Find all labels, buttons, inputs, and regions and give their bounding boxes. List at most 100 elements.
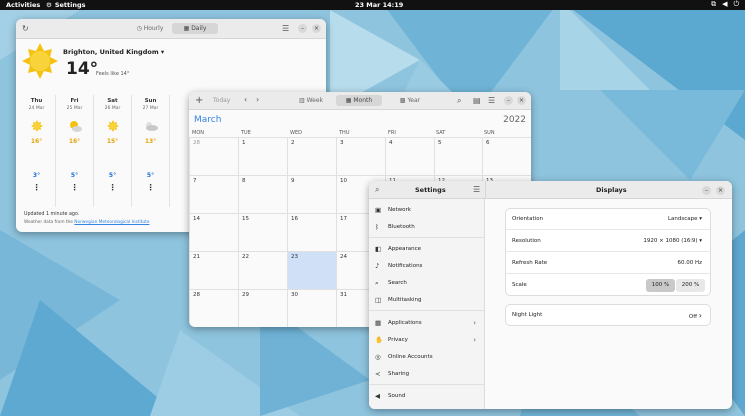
tab-month-label: Month	[353, 97, 373, 104]
minimize-button[interactable]: –	[702, 186, 711, 195]
tab-year[interactable]: ▩ Year	[392, 95, 428, 106]
sidebar-item-label: Sound	[388, 393, 406, 399]
day-cell[interactable]: 22	[238, 251, 287, 289]
close-button[interactable]: ×	[517, 96, 526, 105]
today-cell[interactable]: 23	[287, 251, 336, 289]
day-cell[interactable]: 8	[238, 175, 287, 213]
menu-icon[interactable]: ☰	[282, 24, 289, 33]
scale-200-button[interactable]: 200 %	[676, 279, 705, 292]
sidebar-item-online-accounts[interactable]: ◎ Online Accounts	[369, 351, 485, 364]
day-date: 26 Mar	[104, 106, 121, 111]
day-cell[interactable]: 9	[287, 175, 336, 213]
clock-icon: ◷	[136, 25, 144, 32]
sidebar-item-label: Appearance	[388, 246, 422, 252]
sidebar-item-search[interactable]: ⌕ Search	[369, 277, 485, 290]
day-cell[interactable]: 21	[189, 251, 238, 289]
minimize-button[interactable]: –	[298, 24, 307, 33]
sidebar-item-bluetooth[interactable]: ᛒ Bluetooth	[369, 221, 485, 234]
display-settings-card: Orientation Landscape ▾ Resolution 1920 …	[505, 208, 711, 296]
feels-like: Feels like 14°	[96, 71, 130, 77]
day-cell[interactable]: 29	[238, 289, 287, 327]
sidebar-item-privacy[interactable]: ✋ Privacy ›	[369, 334, 485, 347]
tab-week[interactable]: ▥ Week	[293, 95, 329, 106]
day-low: 5°	[108, 172, 117, 179]
sidebar-item-appearance[interactable]: ◧ Appearance	[369, 243, 485, 256]
day-cell[interactable]: 6	[482, 137, 531, 175]
day-cell[interactable]: 7	[189, 175, 238, 213]
menu-icon[interactable]: ☰	[488, 96, 495, 105]
day-cell[interactable]: 30	[287, 289, 336, 327]
search-icon[interactable]: ⌕	[375, 185, 379, 195]
sidebar-item-sound[interactable]: ◀ Sound	[369, 390, 485, 403]
orientation-dropdown[interactable]: Landscape ▾	[668, 209, 702, 230]
source-text: Weather data from the Norwegian Meteorol…	[24, 220, 149, 225]
cloudy-icon	[146, 122, 158, 131]
panel-title: Displays	[596, 186, 627, 194]
calendar-list-icon[interactable]: ▤	[473, 96, 481, 105]
refresh-rate-row[interactable]: Refresh Rate 60.00 Hz	[506, 253, 710, 274]
sidebar-item-label: Privacy	[388, 337, 408, 343]
tab-week-label: Week	[306, 97, 324, 104]
weather-location[interactable]: Brighton, United Kingdom ▾	[63, 48, 164, 56]
more-icon[interactable]: ⋮	[56, 183, 93, 192]
more-icon[interactable]: ⋮	[94, 183, 131, 192]
resolution-label: Resolution	[512, 238, 541, 244]
day-high: 15°	[106, 138, 119, 145]
day-cell[interactable]: 28	[189, 137, 238, 175]
day-cell[interactable]: 16	[287, 213, 336, 251]
tab-daily[interactable]: ▦ Daily	[172, 23, 218, 34]
day-cell[interactable]: 28	[189, 289, 238, 327]
tab-hourly[interactable]: ◷ Hourly	[128, 23, 172, 34]
minimize-button[interactable]: –	[504, 96, 513, 105]
chevron-right-icon[interactable]: ›	[256, 95, 259, 104]
system-tray[interactable]: ⧉ ◀ ⏻	[711, 0, 739, 9]
close-button[interactable]: ×	[716, 186, 725, 195]
resolution-dropdown[interactable]: 1920 × 1080 (16∶9) ▾	[643, 231, 702, 252]
day-cell[interactable]: 1	[238, 137, 287, 175]
sidebar-item-network[interactable]: ▣ Network	[369, 204, 485, 217]
weekday-label: SAT	[436, 130, 446, 136]
day-cell[interactable]: 4	[385, 137, 434, 175]
tab-month[interactable]: ▦ Month	[336, 95, 382, 106]
sidebar-item-applications[interactable]: ▦ Applications ›	[369, 317, 485, 330]
chevron-down-icon: ▾	[699, 238, 702, 244]
day-cell[interactable]: 15	[238, 213, 287, 251]
weekday-label: SUN	[484, 130, 495, 136]
day-date: 24 Mar	[28, 106, 45, 111]
today-button[interactable]: Today	[213, 97, 230, 104]
sidebar-item-multitasking[interactable]: ◫ Multitasking	[369, 294, 485, 307]
app-menu[interactable]: ⚙ Settings	[46, 1, 86, 9]
sidebar-item-label: Multitasking	[388, 297, 422, 303]
orientation-label: Orientation	[512, 216, 544, 222]
day-cell[interactable]: 2	[287, 137, 336, 175]
multitasking-icon: ◫	[375, 296, 382, 304]
menu-icon[interactable]: ☰	[473, 185, 480, 194]
year-title: 2022	[503, 115, 526, 125]
weekday-label: MON	[192, 130, 204, 136]
sidebar-item-notifications[interactable]: ♪ Notifications	[369, 260, 485, 273]
night-light-row[interactable]: Night Light Off ›	[506, 305, 710, 326]
sun-icon	[107, 120, 119, 132]
clock[interactable]: 23 Mar 14:19	[355, 1, 403, 9]
refresh-icon[interactable]: ↻	[22, 24, 29, 33]
sidebar-item-sharing[interactable]: ≺ Sharing	[369, 368, 485, 381]
more-icon[interactable]: ⋮	[132, 183, 169, 192]
close-button[interactable]: ×	[312, 24, 321, 33]
search-icon[interactable]: ⌕	[457, 96, 461, 106]
add-icon[interactable]: +	[195, 95, 203, 106]
day-cell[interactable]: 3	[336, 137, 385, 175]
weather-header: ↻ ◷ Hourly ▦ Daily ☰ – ×	[16, 19, 326, 39]
sidebar-item-label: Search	[388, 280, 407, 286]
day-cell[interactable]: 5	[434, 137, 482, 175]
source-link[interactable]: Norwegian Meteorological Institute	[74, 220, 149, 225]
activities-button[interactable]: Activities	[6, 1, 40, 9]
scale-100-button[interactable]: 100 %	[646, 279, 675, 292]
day-cell[interactable]: 14	[189, 213, 238, 251]
more-icon[interactable]: ⋮	[18, 183, 55, 192]
forecast-day: Sun 27 Mar 13° 5° ⋮	[132, 95, 170, 207]
refresh-rate-value[interactable]: 60.00 Hz	[677, 253, 702, 274]
resolution-row[interactable]: Resolution 1920 × 1080 (16∶9) ▾	[506, 231, 710, 252]
chevron-left-icon[interactable]: ‹	[244, 95, 247, 104]
current-temperature: 14°	[66, 59, 99, 79]
orientation-row[interactable]: Orientation Landscape ▾	[506, 209, 710, 230]
